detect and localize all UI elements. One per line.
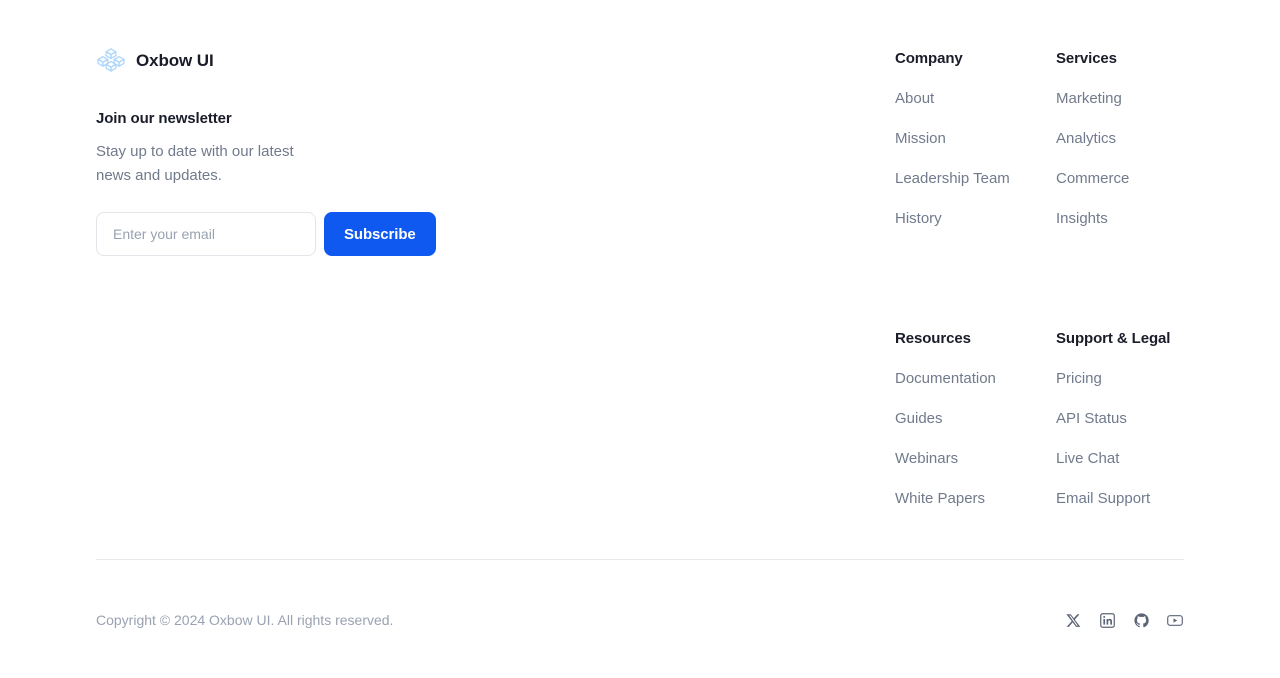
footer-divider (96, 559, 1184, 560)
list-item: Marketing (1056, 88, 1216, 110)
list-item: Mission (895, 128, 1055, 150)
footer-link-guides[interactable]: Guides (895, 408, 943, 430)
footer-content: Oxbow UI Join our newsletter Stay up to … (96, 0, 1184, 678)
footer-link-marketing[interactable]: Marketing (1056, 88, 1122, 110)
footer-link-analytics[interactable]: Analytics (1056, 128, 1116, 150)
footer-link-insights[interactable]: Insights (1056, 208, 1108, 230)
list-item: Webinars (895, 448, 1055, 470)
brand[interactable]: Oxbow UI (96, 45, 214, 75)
column-title: Services (1056, 50, 1117, 67)
list-item: Leadership Team (895, 168, 1055, 190)
column-links: Documentation Guides Webinars White Pape… (895, 368, 1055, 510)
footer-column-support-legal: Support & Legal Pricing API Status Live … (1056, 328, 1216, 510)
list-item: API Status (1056, 408, 1216, 430)
newsletter-subtitle: Stay up to date with our latest news and… (96, 143, 294, 184)
list-item: Analytics (1056, 128, 1216, 150)
list-item: Guides (895, 408, 1055, 430)
list-item: Insights (1056, 208, 1216, 230)
footer-link-leadership-team[interactable]: Leadership Team (895, 168, 1010, 190)
list-item: Pricing (1056, 368, 1216, 390)
footer-link-documentation[interactable]: Documentation (895, 368, 996, 390)
github-icon[interactable] (1132, 611, 1150, 629)
footer-column-services: Services Marketing Analytics Commerce In… (1056, 48, 1216, 230)
column-title: Company (895, 50, 963, 67)
footer-link-live-chat[interactable]: Live Chat (1056, 448, 1119, 470)
column-links: About Mission Leadership Team History (895, 88, 1055, 230)
footer-column-resources: Resources Documentation Guides Webinars … (895, 328, 1055, 510)
footer-link-commerce[interactable]: Commerce (1056, 168, 1129, 190)
social-links (1064, 611, 1184, 629)
column-links: Pricing API Status Live Chat Email Suppo… (1056, 368, 1216, 510)
footer-bottom-bar: Copyright © 2024 Oxbow UI. All rights re… (96, 596, 1184, 644)
footer-link-white-papers[interactable]: White Papers (895, 488, 985, 510)
linkedin-icon[interactable] (1098, 611, 1116, 629)
footer-link-history[interactable]: History (895, 208, 942, 230)
newsletter-section: Join our newsletter Stay up to date with… (96, 108, 516, 256)
youtube-icon[interactable] (1166, 611, 1184, 629)
footer-link-webinars[interactable]: Webinars (895, 448, 958, 470)
newsletter-title: Join our newsletter (96, 110, 232, 127)
copyright-text: Copyright © 2024 Oxbow UI. All rights re… (96, 612, 394, 628)
email-input[interactable] (96, 212, 316, 256)
list-item: About (895, 88, 1055, 110)
footer-link-pricing[interactable]: Pricing (1056, 368, 1102, 390)
list-item: Live Chat (1056, 448, 1216, 470)
subscribe-button[interactable]: Subscribe (324, 212, 436, 256)
newsletter-form: Subscribe (96, 212, 516, 256)
column-title: Resources (895, 330, 971, 347)
x-twitter-icon[interactable] (1064, 611, 1082, 629)
list-item: Commerce (1056, 168, 1216, 190)
column-links: Marketing Analytics Commerce Insights (1056, 88, 1216, 230)
site-footer: Oxbow UI Join our newsletter Stay up to … (0, 0, 1280, 678)
footer-link-about[interactable]: About (895, 88, 934, 110)
footer-link-mission[interactable]: Mission (895, 128, 946, 150)
cube-cluster-icon (97, 48, 125, 72)
list-item: White Papers (895, 488, 1055, 510)
footer-link-api-status[interactable]: API Status (1056, 408, 1127, 430)
brand-name: Oxbow UI (136, 50, 214, 70)
list-item: Documentation (895, 368, 1055, 390)
footer-column-company: Company About Mission Leadership Team Hi… (895, 48, 1055, 230)
footer-link-email-support[interactable]: Email Support (1056, 488, 1150, 510)
column-title: Support & Legal (1056, 330, 1171, 347)
list-item: Email Support (1056, 488, 1216, 510)
list-item: History (895, 208, 1055, 230)
